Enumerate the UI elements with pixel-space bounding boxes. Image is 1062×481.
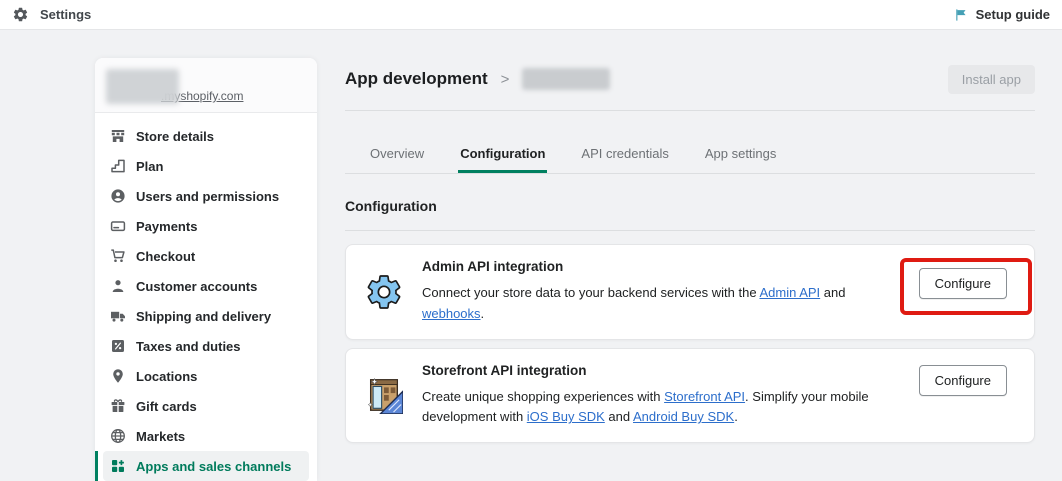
locations-pin-icon	[110, 368, 126, 384]
storefront-pixel-icon	[364, 376, 404, 415]
page-title: Settings	[40, 7, 92, 22]
sidebar-item-label: Users and permissions	[136, 188, 280, 204]
admin-api-integration-card: Admin API integration Connect your store …	[345, 244, 1035, 340]
payments-card-icon	[110, 218, 126, 234]
card-title: Admin API integration	[422, 259, 564, 274]
configure-button[interactable]: Configure	[918, 364, 1007, 396]
sidebar-item-apps-and-sales-channels[interactable]: Apps and sales channels	[95, 451, 309, 481]
redacted-app-name	[522, 68, 611, 90]
card-description: Connect your store data to your backend …	[422, 285, 846, 321]
link-admin-api[interactable]: Admin API	[759, 285, 820, 300]
page-header-row: App development > Install app	[345, 64, 1035, 94]
sidebar-item-label: Apps and sales channels	[136, 458, 292, 474]
header-divider	[345, 110, 1035, 111]
install-app-button[interactable]: Install app	[947, 64, 1035, 94]
users-icon	[110, 188, 126, 204]
sidebar-item-label: Gift cards	[136, 398, 197, 414]
sidebar-item-markets[interactable]: Markets	[103, 421, 309, 451]
section-divider	[345, 230, 1035, 231]
customer-person-icon	[110, 278, 126, 294]
breadcrumb-chevron-icon: >	[500, 70, 510, 88]
sidebar-item-label: Store details	[136, 128, 215, 144]
checkout-cart-icon	[110, 248, 126, 264]
configure-button[interactable]: Configure	[918, 268, 1007, 299]
setup-guide-flag-icon	[954, 8, 968, 22]
markets-globe-icon	[110, 428, 126, 444]
redacted-store-name	[106, 69, 179, 104]
sidebar-item-label: Checkout	[136, 248, 196, 264]
setup-guide-label: Setup guide	[975, 7, 1050, 22]
setup-guide-button[interactable]: Setup guide	[954, 7, 1050, 22]
link-storefront-api[interactable]: Storefront API	[664, 389, 745, 404]
store-header: .myshopify.com	[95, 58, 317, 113]
sidebar-item-label: Taxes and duties	[136, 338, 241, 354]
sidebar-item-label: Payments	[136, 218, 198, 234]
settings-sidebar: .myshopify.com Store details Plan Users an…	[95, 58, 317, 481]
sidebar-item-shipping-and-delivery[interactable]: Shipping and delivery	[103, 301, 309, 331]
settings-gear-icon	[12, 6, 29, 23]
tab-configuration[interactable]: Configuration	[458, 140, 547, 173]
tab-overview[interactable]: Overview	[368, 140, 426, 173]
sidebar-item-gift-cards[interactable]: Gift cards	[103, 391, 309, 421]
link-webhooks[interactable]: webhooks	[422, 306, 481, 321]
top-bar: Settings Setup guide	[0, 0, 1062, 30]
sidebar-item-checkout[interactable]: Checkout	[103, 241, 309, 271]
integration-cards: Admin API integration Connect your store …	[345, 244, 1035, 444]
apps-grid-plus-icon	[110, 458, 126, 474]
link-ios-buy-sdk[interactable]: iOS Buy SDK	[527, 409, 605, 424]
gift-icon	[110, 398, 126, 414]
sidebar-item-locations[interactable]: Locations	[103, 361, 309, 391]
sidebar-item-label: Markets	[136, 428, 186, 444]
sidebar-item-store-details[interactable]: Store details	[103, 121, 309, 151]
main-content: App development > Install app Overview Co…	[345, 64, 1035, 444]
sidebar-item-label: Locations	[136, 368, 198, 384]
tab-app-settings[interactable]: App settings	[703, 140, 779, 173]
section-title: Configuration	[345, 198, 437, 214]
sidebar-item-users-and-permissions[interactable]: Users and permissions	[103, 181, 309, 211]
sidebar-item-label: Customer accounts	[136, 278, 258, 294]
sidebar-item-taxes-and-duties[interactable]: Taxes and duties	[103, 331, 309, 361]
link-android-buy-sdk[interactable]: Android Buy SDK	[633, 409, 734, 424]
store-icon	[110, 128, 126, 144]
storefront-api-integration-card: Storefront API integration Create unique …	[345, 347, 1035, 444]
plan-stairs-icon	[110, 158, 126, 174]
card-title: Storefront API integration	[422, 362, 587, 378]
sidebar-item-label: Shipping and delivery	[136, 308, 272, 324]
breadcrumb-root[interactable]: App development	[345, 69, 488, 89]
sidebar-item-label: Plan	[136, 158, 164, 174]
sidebar-item-plan[interactable]: Plan	[103, 151, 309, 181]
app-tabs: Overview Configuration API credentials App …	[345, 140, 1035, 174]
annotation-highlight-box: Configure	[899, 258, 1032, 315]
sidebar-item-customer-accounts[interactable]: Customer accounts	[103, 271, 309, 301]
admin-api-gear-icon	[364, 272, 404, 312]
card-description: Create unique shopping experiences with …	[422, 388, 869, 425]
taxes-percent-icon	[110, 338, 126, 354]
sidebar-menu: Store details Plan Users and permissions Pa…	[95, 113, 317, 481]
shipping-truck-icon	[110, 308, 126, 324]
sidebar-item-payments[interactable]: Payments	[103, 211, 309, 241]
tab-api-credentials[interactable]: API credentials	[579, 140, 670, 173]
